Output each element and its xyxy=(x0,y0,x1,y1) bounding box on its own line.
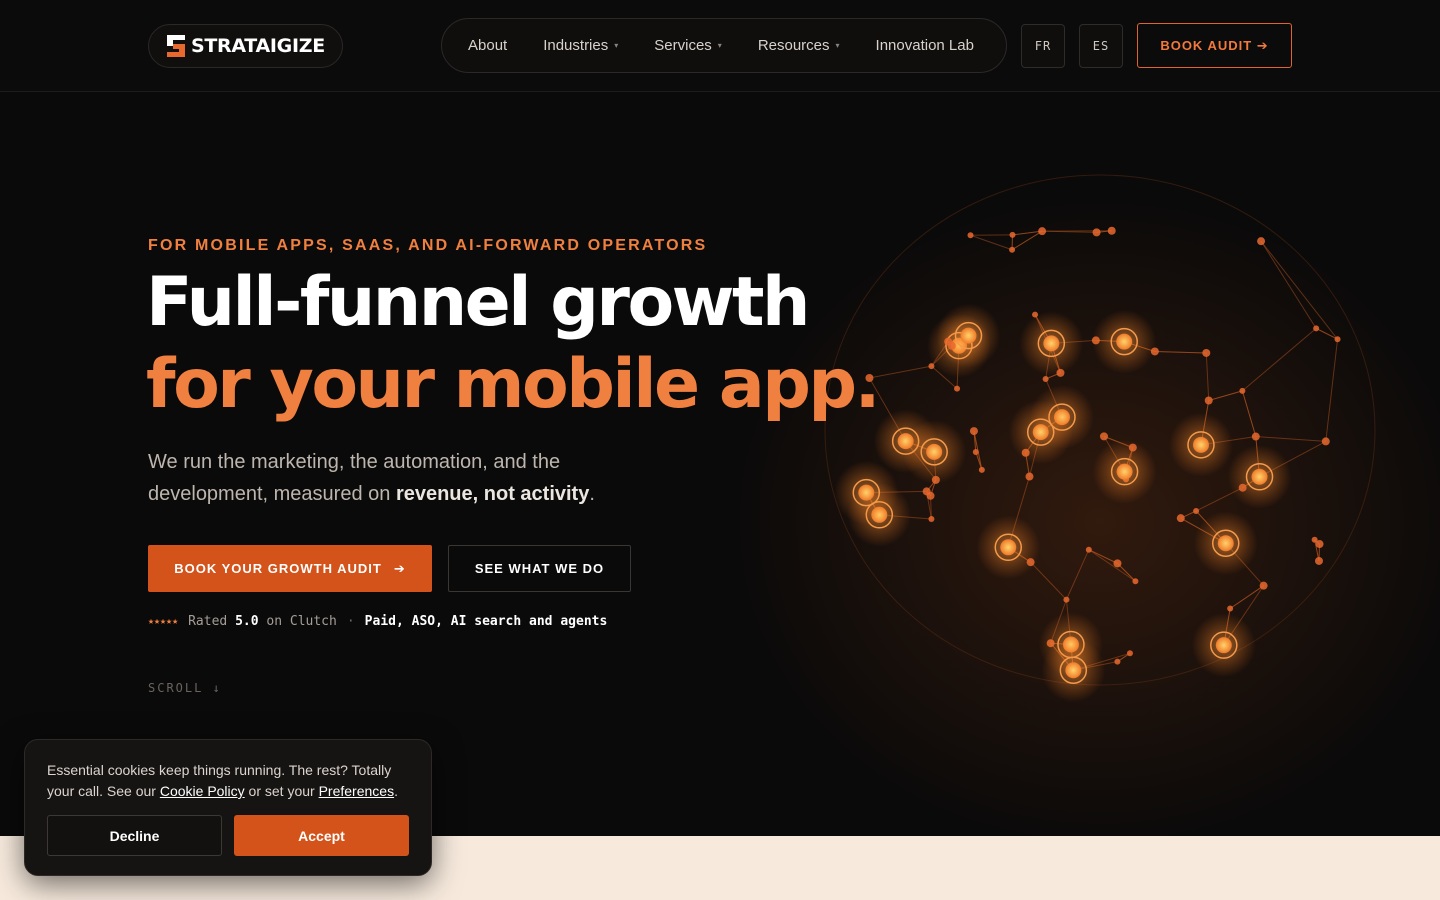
subcopy-emphasis: revenue, not activity xyxy=(395,483,590,505)
rating-separator: · xyxy=(346,614,355,629)
star-rating-icon: ★★★★★ xyxy=(148,616,179,627)
rating-channels: Paid, ASO, AI search and agents xyxy=(364,614,608,629)
nav-item-services[interactable]: Services ▾ xyxy=(654,37,722,54)
decline-button[interactable]: Decline xyxy=(47,815,222,856)
logo-mark-icon xyxy=(167,35,185,57)
language-es-button[interactable]: ES xyxy=(1079,24,1123,68)
cookie-message: Essential cookies keep things running. T… xyxy=(47,760,409,802)
headline-line-2: for your mobile app. xyxy=(146,345,880,424)
language-fr-button[interactable]: FR xyxy=(1021,24,1065,68)
nav-item-label: Industries xyxy=(543,37,609,54)
nav-item-label: Resources xyxy=(757,37,830,54)
cookie-policy-link[interactable]: Cookie Policy xyxy=(160,783,245,799)
hero-eyebrow: FOR MOBILE APPS, SAAS, AND AI-FORWARD OP… xyxy=(148,237,708,254)
nav-item-label: About xyxy=(468,37,508,54)
chevron-down-icon: ▾ xyxy=(717,41,722,50)
clutch-rating: ★★★★★ Rated 5.0 on Clutch · Paid, ASO, A… xyxy=(148,614,607,629)
subcopy-end: . xyxy=(589,483,595,505)
rating-value: 5.0 xyxy=(235,614,259,629)
site-header: STRATAIGIZE About Industries ▾ Services … xyxy=(0,0,1440,92)
nav-item-label: Innovation Lab xyxy=(875,37,974,54)
main-nav: About Industries ▾ Services ▾ Resources … xyxy=(441,18,1007,73)
cta-primary-label: BOOK YOUR GROWTH AUDIT xyxy=(174,561,382,576)
hero-subcopy: We run the marketing, the automation, an… xyxy=(148,446,668,510)
nav-item-resources[interactable]: Resources ▾ xyxy=(758,37,840,54)
see-what-we-do-button[interactable]: SEE WHAT WE DO xyxy=(448,545,631,592)
chevron-down-icon: ▾ xyxy=(835,41,840,50)
logo-text: STRATAIGIZE xyxy=(191,35,325,57)
cookie-banner: Essential cookies keep things running. T… xyxy=(24,739,432,876)
rating-source: on Clutch xyxy=(266,614,337,629)
hero-headline: Full-funnel growth for your mobile app. xyxy=(146,262,880,426)
preferences-link[interactable]: Preferences xyxy=(319,783,394,799)
nav-item-label: Services xyxy=(654,37,712,54)
book-growth-audit-button[interactable]: BOOK YOUR GROWTH AUDIT ➔ xyxy=(148,545,432,592)
nav-item-innovation-lab[interactable]: Innovation Lab xyxy=(876,37,974,54)
cookie-text-middle: or set your xyxy=(244,783,319,799)
network-globe-icon xyxy=(824,174,1376,703)
arrow-right-icon: ➔ xyxy=(393,560,406,576)
cookie-text-end: . xyxy=(394,783,398,799)
chevron-down-icon: ▾ xyxy=(614,41,619,50)
scroll-indicator[interactable]: SCROLL ↓ xyxy=(148,681,222,695)
nav-item-about[interactable]: About xyxy=(468,37,507,54)
cookie-actions: Decline Accept xyxy=(47,815,409,856)
rating-rated: Rated xyxy=(188,614,228,629)
nav-item-industries[interactable]: Industries ▾ xyxy=(543,37,618,54)
headline-line-1: Full-funnel growth xyxy=(146,263,810,342)
book-audit-button[interactable]: BOOK AUDIT ➔ xyxy=(1137,23,1292,68)
logo-link[interactable]: STRATAIGIZE xyxy=(148,24,343,68)
accept-button[interactable]: Accept xyxy=(234,815,409,856)
